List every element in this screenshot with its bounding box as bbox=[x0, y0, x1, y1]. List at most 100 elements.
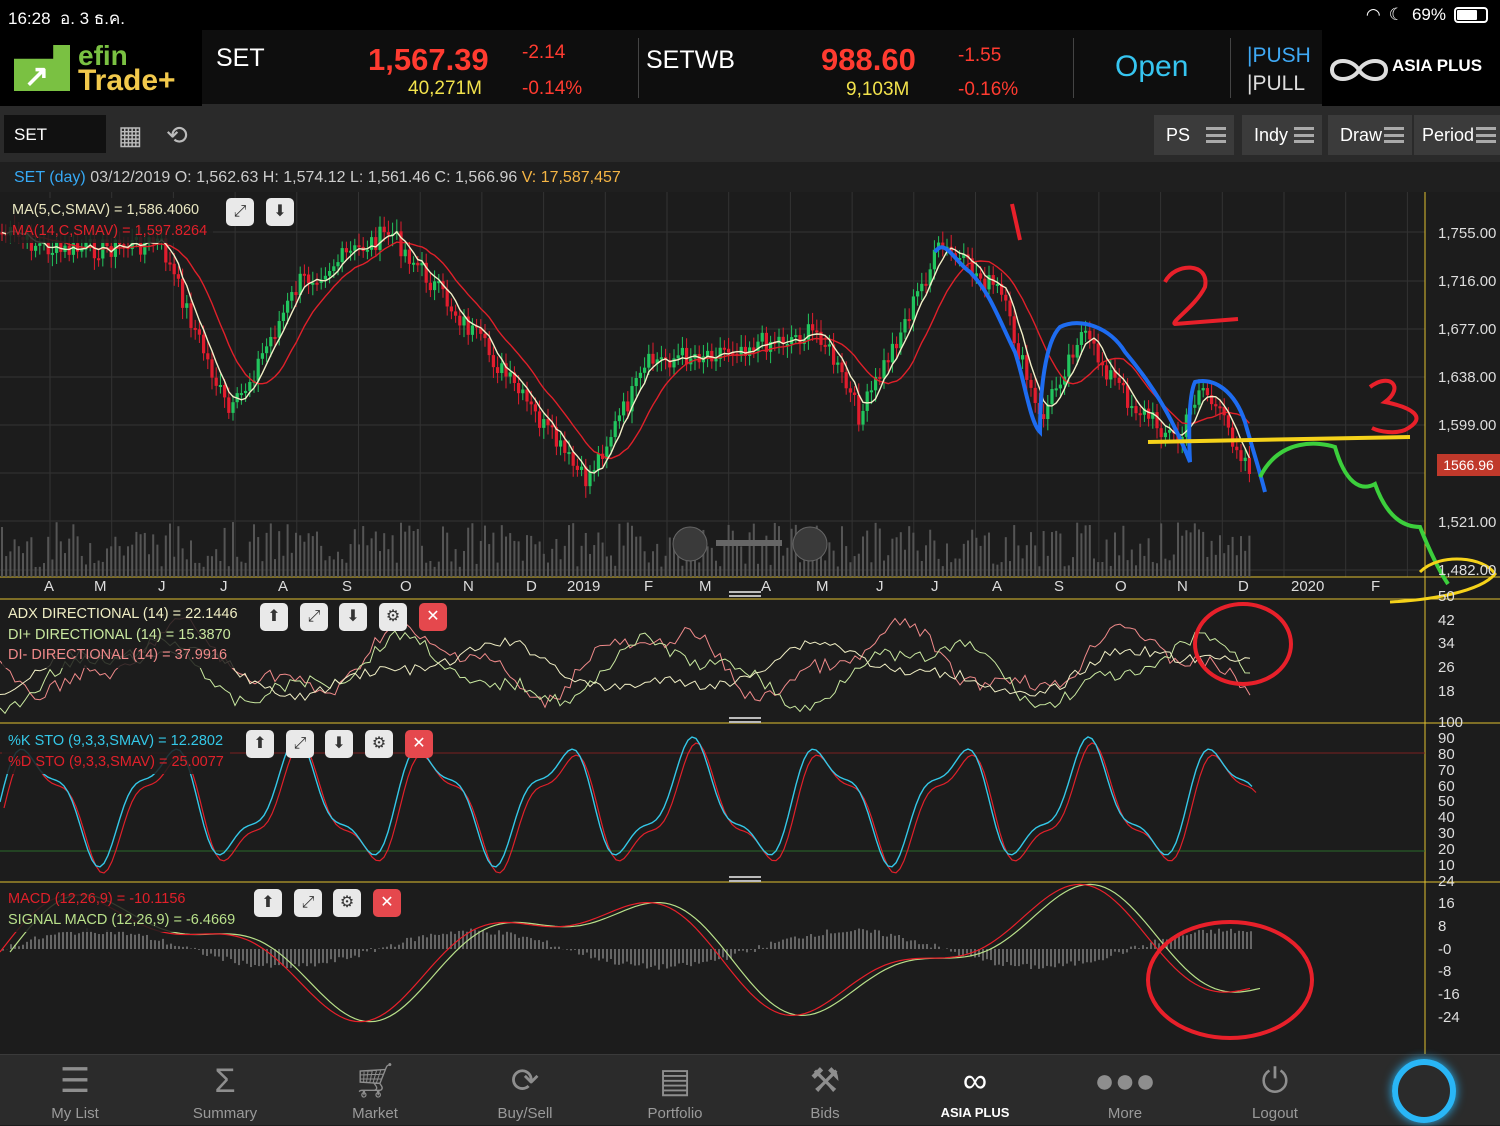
nav-logout[interactable]: ⏻Logout bbox=[1200, 1055, 1350, 1126]
expand-icon[interactable]: ⤢ bbox=[286, 730, 314, 758]
macd-histogram-bar bbox=[846, 932, 848, 949]
nav-my-list[interactable]: ☰My List bbox=[0, 1055, 150, 1126]
sto-axis-label: 90 bbox=[1438, 730, 1455, 747]
expand-icon[interactable]: ⤢ bbox=[294, 889, 322, 917]
nav-portfolio[interactable]: ▤Portfolio bbox=[600, 1055, 750, 1126]
refresh-circle-icon[interactable] bbox=[1392, 1059, 1456, 1123]
macd-histogram-bar bbox=[518, 938, 520, 949]
volume-bar bbox=[967, 540, 969, 577]
macd-histogram-bar bbox=[570, 949, 572, 950]
volume-bar bbox=[828, 542, 830, 577]
macd-histogram-bar bbox=[838, 933, 840, 949]
macd-histogram-bar bbox=[426, 937, 428, 949]
volume-bar bbox=[555, 539, 557, 577]
candle-body bbox=[609, 437, 612, 446]
volume-bar bbox=[1227, 545, 1229, 577]
candle-body bbox=[223, 385, 226, 397]
macd-histogram-bar bbox=[746, 949, 748, 952]
move-up-icon[interactable]: ⬆ bbox=[246, 730, 274, 758]
close-icon[interactable]: ✕ bbox=[405, 730, 433, 758]
candle-body bbox=[244, 391, 247, 393]
refresh-icon[interactable]: ⟲ bbox=[166, 120, 188, 151]
move-up-icon[interactable]: ⬆ bbox=[254, 889, 282, 917]
ps-button[interactable]: PS bbox=[1154, 115, 1234, 155]
gear-icon[interactable]: ⚙ bbox=[379, 603, 407, 631]
close-icon[interactable]: ✕ bbox=[373, 889, 401, 917]
candle-body bbox=[210, 359, 213, 377]
quote-setwb[interactable]: SETWB 988.60 -1.55 9,103M -0.16% bbox=[646, 30, 1066, 106]
volume-bar bbox=[492, 533, 494, 577]
macd-histogram-bar bbox=[1034, 949, 1036, 965]
quote-set[interactable]: SET 1,567.39 -2.14 40,271M -0.14% bbox=[216, 30, 636, 106]
draw-button[interactable]: Draw bbox=[1328, 115, 1412, 155]
volume-bar bbox=[980, 546, 982, 577]
push-label[interactable]: |PUSH bbox=[1247, 42, 1311, 70]
volume-bar bbox=[1005, 537, 1007, 577]
down-arrow-icon[interactable]: ⬇ bbox=[266, 198, 294, 226]
macd-histogram-bar bbox=[842, 932, 844, 949]
symbol-input[interactable]: SET bbox=[4, 115, 106, 153]
pull-label[interactable]: |PULL bbox=[1247, 70, 1311, 98]
macd-histogram-bar bbox=[1094, 949, 1096, 961]
ohlc-label: O: bbox=[175, 169, 192, 186]
macd-histogram-bar bbox=[254, 949, 256, 965]
volume-bar bbox=[891, 539, 893, 577]
gear-icon[interactable]: ⚙ bbox=[333, 889, 361, 917]
date-axis-label: A bbox=[44, 578, 54, 595]
volume-bar bbox=[912, 533, 914, 577]
macd-histogram-bar bbox=[342, 949, 344, 957]
cart-icon: 🛒︎ bbox=[300, 1061, 450, 1101]
date-axis-label: J bbox=[158, 578, 166, 595]
gear-icon[interactable]: ⚙ bbox=[365, 730, 393, 758]
volume-bar bbox=[774, 523, 776, 577]
candle-body bbox=[853, 393, 856, 395]
period-button[interactable]: Period bbox=[1414, 115, 1500, 155]
candle-body bbox=[181, 279, 184, 308]
close-icon[interactable]: ✕ bbox=[419, 603, 447, 631]
macd-histogram-bar bbox=[1194, 933, 1196, 949]
adx-axis-label: 18 bbox=[1438, 683, 1455, 700]
move-down-icon[interactable]: ⬇ bbox=[339, 603, 367, 631]
macd-histogram-bar bbox=[122, 931, 124, 949]
macd-histogram-bar bbox=[1214, 934, 1216, 949]
macd-histogram-bar bbox=[54, 935, 56, 949]
expand-icon[interactable]: ⤢ bbox=[300, 603, 328, 631]
nav-asia-plus[interactable]: ∞ASIA PLUS bbox=[900, 1055, 1050, 1126]
nav-bids[interactable]: ⚒Bids bbox=[750, 1055, 900, 1126]
chart-area[interactable]: MA(5,C,SMAV) = 1,586.4060 MA(14,C,SMAV) … bbox=[0, 192, 1500, 1054]
nav-summary[interactable]: ΣSummary bbox=[150, 1055, 300, 1126]
volume-bar bbox=[576, 566, 578, 577]
volume-bar bbox=[950, 562, 952, 577]
macd-histogram-bar bbox=[554, 947, 556, 949]
macd-histogram-bar bbox=[910, 940, 912, 949]
calendar-icon[interactable]: ▦ bbox=[118, 120, 143, 151]
nav-more[interactable]: ●●●More bbox=[1050, 1055, 1200, 1126]
push-pull-toggle[interactable]: |PUSH|PULL bbox=[1247, 42, 1311, 98]
move-up-icon[interactable]: ⬆ bbox=[260, 603, 288, 631]
indy-button[interactable]: Indy bbox=[1242, 115, 1322, 155]
volume-bar bbox=[513, 541, 515, 577]
macd-histogram-bar bbox=[454, 934, 456, 949]
candle-body bbox=[1084, 331, 1087, 333]
volume-bar bbox=[119, 546, 121, 577]
efin-logo[interactable]: ↗ efin Trade+ bbox=[0, 30, 202, 106]
macd-histogram-bar bbox=[158, 941, 160, 949]
macd-histogram-bar bbox=[214, 949, 216, 956]
macd-histogram-bar bbox=[738, 949, 740, 951]
candle-body bbox=[240, 393, 243, 395]
macd-histogram-bar bbox=[502, 935, 504, 949]
nav-market[interactable]: 🛒︎Market bbox=[300, 1055, 450, 1126]
macd-histogram-bar bbox=[778, 942, 780, 949]
macd-histogram-bar bbox=[1050, 949, 1052, 966]
volume-bar bbox=[954, 558, 956, 577]
macd-histogram-bar bbox=[294, 949, 296, 964]
volume-bar bbox=[639, 536, 641, 577]
expand-icon[interactable]: ⤢ bbox=[226, 198, 254, 226]
annotation-2 bbox=[1165, 268, 1238, 324]
menu-icon bbox=[1206, 127, 1226, 143]
arrow-logo-icon: ↗ bbox=[14, 45, 70, 91]
nav-buy-sell[interactable]: ⟳Buy/Sell bbox=[450, 1055, 600, 1126]
volume-bar bbox=[732, 531, 734, 577]
macd-histogram-bar bbox=[990, 949, 992, 960]
move-down-icon[interactable]: ⬇ bbox=[325, 730, 353, 758]
